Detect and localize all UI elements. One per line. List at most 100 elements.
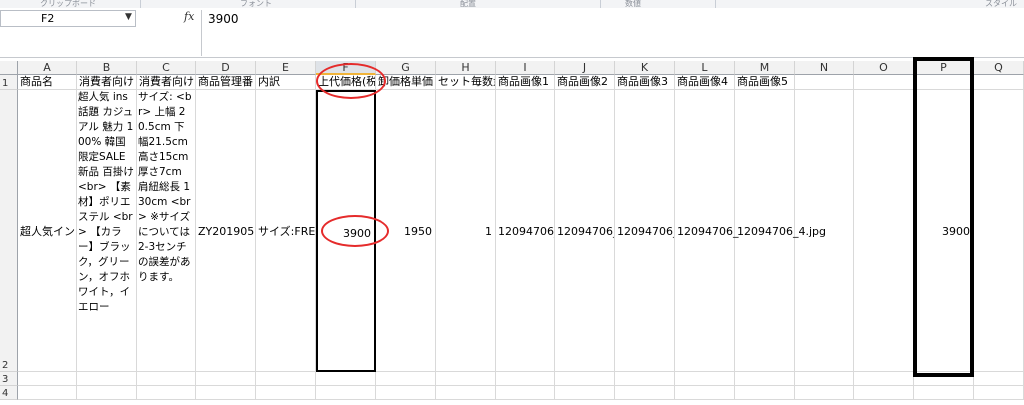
cell-n3[interactable] [795,372,854,386]
cell-c2[interactable]: サイズ: <br> 上幅 20.5cm 下幅21.5cm 高さ15cm 厚さ7c… [137,90,196,372]
highlight-box-column-p [913,57,974,377]
cell-a2[interactable]: 超人気イン [18,90,77,372]
cell-text: 商品画像1 [498,75,549,88]
cell-f3[interactable] [316,372,376,386]
cell-b2[interactable]: 超人気 ins話題 カジュアル 魅力 100% 韓国 限定SALE 新品 百掛け… [77,90,137,372]
insert-function-icon[interactable]: fx [184,10,194,23]
column-header-l[interactable]: L [675,61,735,75]
cell-m4[interactable] [735,386,795,400]
cell-a1[interactable]: 商品名 [18,75,77,90]
cell-a4[interactable] [18,386,77,400]
cell-text: 商品画像2 [557,75,608,88]
cell-l2[interactable]: 12094706_ [675,90,739,372]
formula-input[interactable]: 3900 [201,10,1024,56]
cell-text: 12094706_ [617,225,675,238]
cell-text: 超人気 ins話題 カジュアル 魅力 100% 韓国 限定SALE 新品 百掛け… [78,91,134,313]
cell-l4[interactable] [675,386,735,400]
column-header-n[interactable]: N [795,61,854,75]
ribbon-separator [355,0,356,8]
column-header-g[interactable]: G [376,61,436,75]
name-box[interactable]: F2 ▼ [0,10,136,27]
column-header-i[interactable]: I [496,61,555,75]
cell-o4[interactable] [854,386,914,400]
select-all-corner[interactable] [0,61,18,75]
cell-n4[interactable] [795,386,854,400]
ribbon-separator [715,0,716,8]
cell-i1[interactable]: 商品画像1 [496,75,555,90]
cell-q2[interactable] [974,90,1024,372]
cell-o1[interactable] [854,75,914,90]
cell-o3[interactable] [854,372,914,386]
cell-k4[interactable] [615,386,675,400]
column-header-b[interactable]: B [77,61,137,75]
cell-c4[interactable] [137,386,196,400]
column-header-q[interactable]: Q [974,61,1024,75]
cell-b3[interactable] [77,372,137,386]
name-box-value: F2 [41,12,55,25]
cell-a3[interactable] [18,372,77,386]
cell-j1[interactable]: 商品画像2 [555,75,615,90]
cell-text: サイズ:FRE [258,225,316,238]
cell-e3[interactable] [256,372,316,386]
cell-e4[interactable] [256,386,316,400]
cell-k3[interactable] [615,372,675,386]
cell-d2[interactable]: ZY2019051 [196,90,256,372]
column-header-m[interactable]: M [735,61,795,75]
cell-g3[interactable] [376,372,436,386]
highlight-circle-header-f [316,63,386,99]
cell-text: 1950 [404,225,432,238]
column-header-k[interactable]: K [615,61,675,75]
row-header[interactable]: 2 [0,90,18,372]
cell-m1[interactable]: 商品画像5 [735,75,795,90]
column-header-d[interactable]: D [196,61,256,75]
cell-e1[interactable]: 内訳 [256,75,316,90]
cell-i2[interactable]: 12094706_ [496,90,555,372]
cell-text: 超人気イン [20,225,75,238]
cell-d4[interactable] [196,386,256,400]
cell-q4[interactable] [974,386,1024,400]
cell-l1[interactable]: 商品画像4 [675,75,735,90]
cell-k1[interactable]: 商品画像3 [615,75,675,90]
column-header-c[interactable]: C [137,61,196,75]
cell-n1[interactable] [795,75,854,90]
cell-d1[interactable]: 商品管理番 [196,75,256,90]
cell-h1[interactable]: セット毎数量 [436,75,496,90]
column-header-j[interactable]: J [555,61,615,75]
cell-c1[interactable]: 消費者向け [137,75,196,90]
column-header-h[interactable]: H [436,61,496,75]
column-header-a[interactable]: A [18,61,77,75]
cell-text: 消費者向け [79,75,134,88]
cell-i4[interactable] [496,386,555,400]
cell-h2[interactable]: 1 [436,90,496,372]
cell-p4[interactable] [914,386,974,400]
cell-q3[interactable] [974,372,1024,386]
row-header[interactable]: 1 [0,75,18,90]
cell-m2[interactable]: 12094706_4.jpg [735,90,826,372]
cell-e2[interactable]: サイズ:FRE [256,90,316,372]
cell-b1[interactable]: 消費者向け [77,75,137,90]
formula-controls: fx [140,10,200,27]
cell-k2[interactable]: 12094706_ [615,90,675,372]
cell-d3[interactable] [196,372,256,386]
cell-text: ZY2019051 [198,225,256,238]
cell-c3[interactable] [137,372,196,386]
cell-g4[interactable] [376,386,436,400]
cell-h3[interactable] [436,372,496,386]
cell-b4[interactable] [77,386,137,400]
chevron-down-icon[interactable]: ▼ [125,12,132,22]
cell-o2[interactable] [854,90,914,372]
cell-i3[interactable] [496,372,555,386]
row-header[interactable]: 3 [0,372,18,386]
cell-j4[interactable] [555,386,615,400]
cell-j2[interactable]: 12094706_ [555,90,615,372]
column-header-e[interactable]: E [256,61,316,75]
cell-h4[interactable] [436,386,496,400]
cell-m3[interactable] [735,372,795,386]
cell-q1[interactable] [974,75,1024,90]
column-header-o[interactable]: O [854,61,914,75]
cell-l3[interactable] [675,372,735,386]
cell-f4[interactable] [316,386,376,400]
formula-value: 3900 [208,12,239,26]
row-header[interactable]: 4 [0,386,18,400]
cell-j3[interactable] [555,372,615,386]
